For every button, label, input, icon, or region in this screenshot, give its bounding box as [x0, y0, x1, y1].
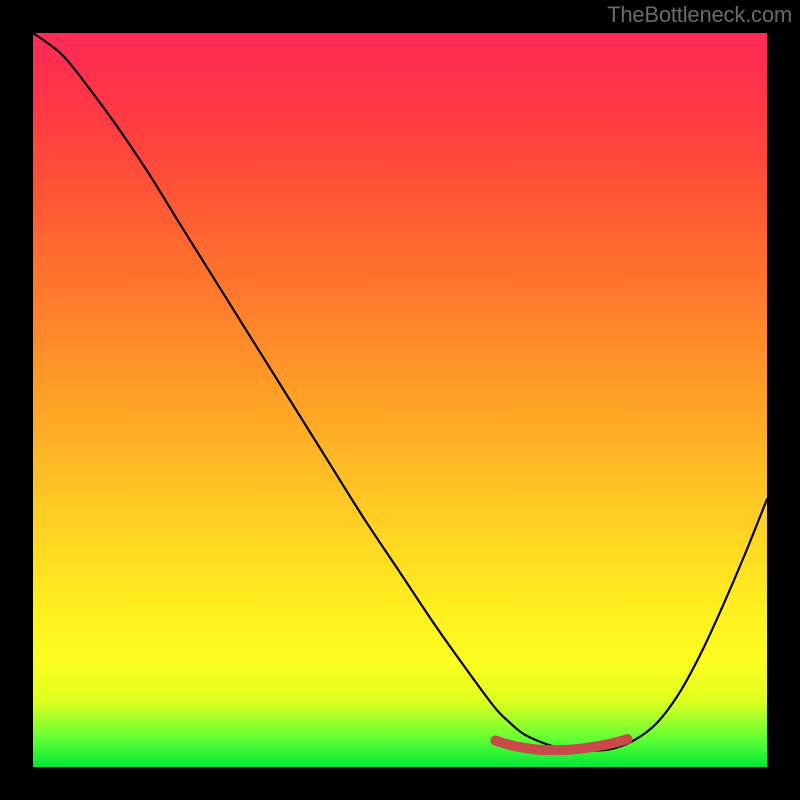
watermark-text: TheBottleneck.com [607, 2, 792, 28]
bottleneck-curve [33, 33, 767, 751]
chart-container: TheBottleneck.com [0, 0, 800, 800]
curve-overlay [33, 33, 767, 767]
plot-area [33, 33, 767, 767]
optimal-band-indicator [495, 739, 627, 750]
